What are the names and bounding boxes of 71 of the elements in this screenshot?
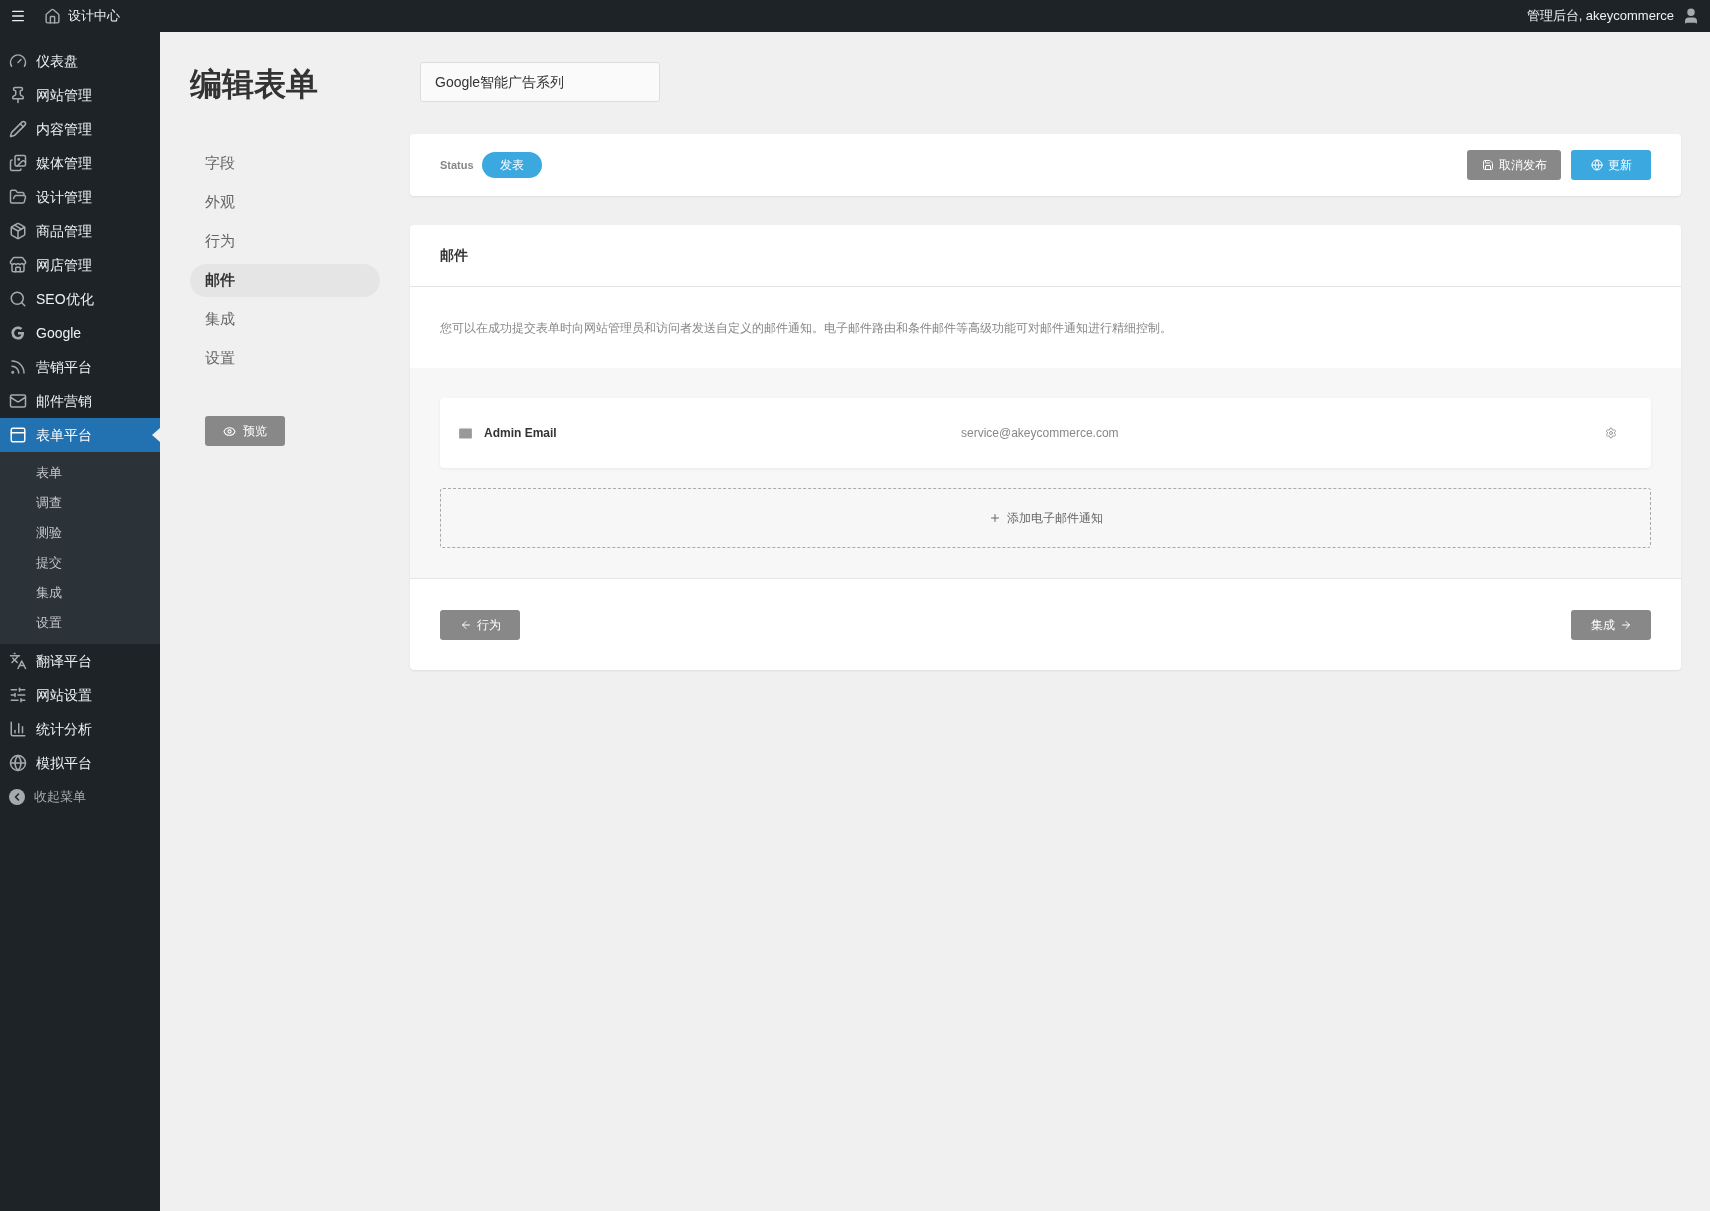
- globe-icon: [1590, 159, 1603, 171]
- submenu-item[interactable]: 调查: [0, 488, 160, 518]
- sidebar-item[interactable]: 模拟平台: [0, 746, 160, 780]
- menu-icon[interactable]: [10, 8, 26, 24]
- sidebar-item[interactable]: 网站管理: [0, 78, 160, 112]
- sidebar-item[interactable]: 网站设置: [0, 678, 160, 712]
- form-nav-item[interactable]: 行为: [190, 225, 380, 258]
- pin-icon: [9, 86, 27, 104]
- active-pointer-icon: [152, 428, 160, 442]
- form-nav-item[interactable]: 邮件: [190, 264, 380, 297]
- form-nav-item[interactable]: 设置: [190, 342, 380, 375]
- chart-icon: [9, 720, 27, 738]
- collapse-menu-button[interactable]: 收起菜单: [0, 780, 160, 814]
- store-icon: [9, 256, 27, 274]
- search-icon: [9, 290, 27, 308]
- collapse-icon: [9, 789, 25, 805]
- submenu-item[interactable]: 集成: [0, 578, 160, 608]
- sidebar-item[interactable]: 营销平台: [0, 350, 160, 384]
- home-icon[interactable]: [44, 7, 61, 25]
- translate-icon: [9, 652, 27, 670]
- unpublish-button[interactable]: 取消发布: [1467, 150, 1561, 180]
- back-button[interactable]: 行为: [440, 609, 520, 640]
- sidebar-item[interactable]: 商品管理: [0, 214, 160, 248]
- plus-icon: [988, 512, 1001, 524]
- site-link[interactable]: 设计中心: [68, 6, 120, 26]
- sidebar-item[interactable]: 媒体管理: [0, 146, 160, 180]
- images-icon: [9, 154, 27, 172]
- panel-description: 您可以在成功提交表单时向网站管理员和访问者发送自定义的邮件通知。电子邮件路由和条件邮件等高级功能可对邮件通知进行精细控制。: [440, 319, 1172, 337]
- sidebar-item[interactable]: 统计分析: [0, 712, 160, 746]
- sidebar-item[interactable]: SEO优化: [0, 282, 160, 316]
- google-icon: [9, 324, 27, 342]
- notification-row[interactable]: Admin Email service@akeycommerce.com: [440, 398, 1651, 468]
- notification-address: service@akeycommerce.com: [961, 425, 1120, 442]
- arrow-left-icon: [459, 618, 472, 631]
- submenu-item[interactable]: 表单: [0, 458, 160, 488]
- next-button[interactable]: 集成: [1571, 609, 1651, 640]
- sidebar-item[interactable]: 内容管理: [0, 112, 160, 146]
- folder-icon: [9, 188, 27, 206]
- sliders-icon: [9, 686, 27, 704]
- eye-icon: [223, 424, 236, 438]
- submenu-item[interactable]: 设置: [0, 608, 160, 638]
- add-notification-button[interactable]: 添加电子邮件通知: [440, 488, 1651, 548]
- preview-button[interactable]: 预览: [205, 416, 285, 446]
- sidebar-item[interactable]: 设计管理: [0, 180, 160, 214]
- notification-name: Admin Email: [484, 425, 557, 442]
- form-nav-item[interactable]: 外观: [190, 186, 380, 219]
- save-icon: [1481, 159, 1494, 171]
- form-name-field[interactable]: Google智能广告系列: [420, 62, 660, 102]
- user-icon[interactable]: [1682, 7, 1700, 25]
- form-nav-item[interactable]: 集成: [190, 303, 380, 336]
- status-badge: 发表: [481, 152, 542, 178]
- sidebar-item[interactable]: 网店管理: [0, 248, 160, 282]
- form-nav-item[interactable]: 字段: [190, 147, 380, 180]
- submenu-item[interactable]: 测验: [0, 518, 160, 548]
- arrow-right-icon: [1619, 618, 1632, 631]
- rss-icon: [9, 358, 27, 376]
- sidebar-item[interactable]: 表单平台: [0, 418, 160, 452]
- sidebar-item[interactable]: 邮件营销: [0, 384, 160, 418]
- page-title: 编辑表单: [190, 65, 319, 104]
- globe-icon: [9, 754, 27, 772]
- panel-title: 邮件: [440, 246, 468, 265]
- sidebar-item[interactable]: Google: [0, 316, 160, 350]
- gauge-icon: [9, 52, 27, 70]
- box-icon: [9, 222, 27, 240]
- pencil-icon: [9, 120, 27, 138]
- sidebar-item[interactable]: 仪表盘: [0, 44, 160, 78]
- submenu-item[interactable]: 提交: [0, 548, 160, 578]
- form-icon: [9, 426, 27, 444]
- sidebar-item[interactable]: 翻译平台: [0, 644, 160, 678]
- status-label: Status: [440, 157, 474, 173]
- user-greeting[interactable]: 管理后台, akeycommerce: [1526, 6, 1674, 26]
